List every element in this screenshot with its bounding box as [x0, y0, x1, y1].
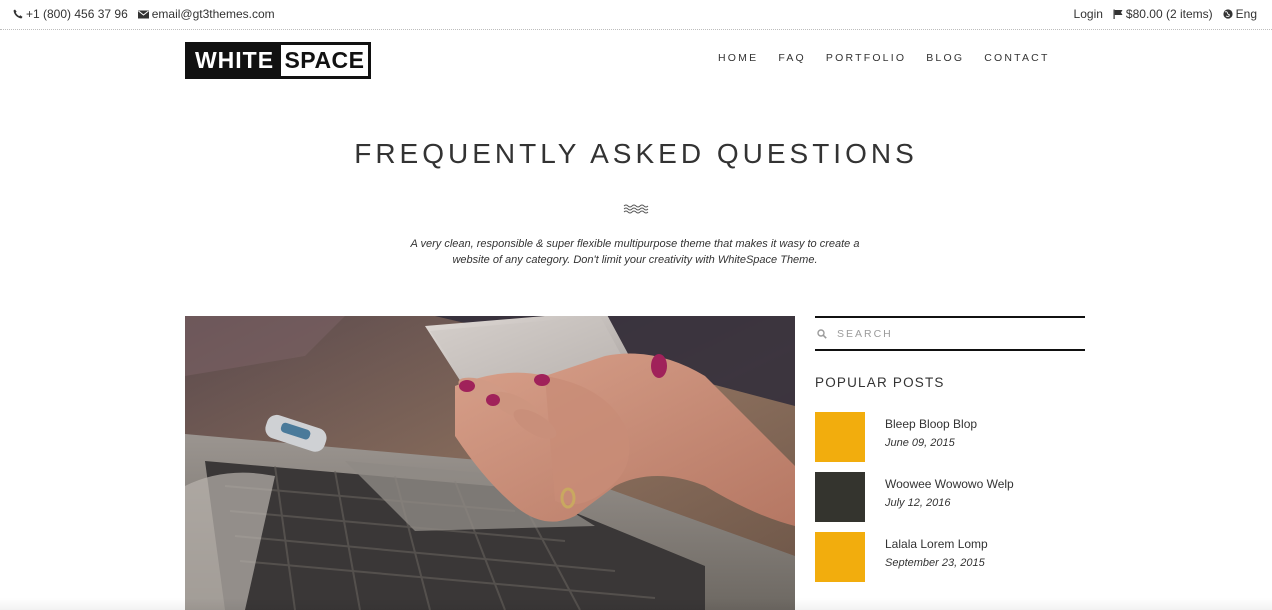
featured-post-image[interactable] — [185, 316, 795, 610]
search-input[interactable] — [837, 327, 1067, 340]
post-thumbnail[interactable] — [815, 412, 865, 462]
page-title: FREQUENTLY ASKED QUESTIONS — [354, 138, 918, 169]
cart-summary: $80.00 (2 items) — [1125, 7, 1213, 21]
popular-post-item[interactable]: Woowee Wowowo Welp July 12, 2016 — [815, 472, 1085, 522]
subtitle-line-1: A very clean, responsible & super flexib… — [410, 238, 860, 250]
flag-icon — [1113, 9, 1123, 19]
page-subtitle: A very clean, responsible & super flexib… — [395, 236, 875, 268]
post-title[interactable]: Bleep Bloop Blop — [885, 417, 977, 431]
phone-link[interactable]: +1 (800) 456 37 96 — [13, 7, 128, 21]
envelope-icon — [137, 10, 149, 18]
globe-icon — [1223, 9, 1233, 19]
popular-post-item[interactable]: Bleep Bloop Blop June 09, 2015 — [815, 412, 1085, 462]
login-link[interactable]: Login — [1074, 7, 1103, 21]
nav-blog[interactable]: BLOG — [926, 52, 964, 64]
nav-portfolio[interactable]: PORTFOLIO — [826, 52, 906, 64]
nav-home[interactable]: HOME — [718, 52, 758, 64]
post-date: June 09, 2015 — [885, 437, 955, 449]
phone-number: +1 (800) 456 37 96 — [26, 7, 128, 21]
language-label: Eng — [1235, 7, 1257, 21]
popular-post-item[interactable]: Lalala Lorem Lomp September 23, 2015 — [815, 532, 1085, 582]
site-logo[interactable]: WHITE SPACE — [185, 42, 371, 79]
logo-part-space: SPACE — [284, 47, 365, 73]
phone-icon — [13, 9, 23, 19]
nav-faq[interactable]: FAQ — [778, 52, 806, 64]
post-date: September 23, 2015 — [885, 557, 985, 569]
top-bar: +1 (800) 456 37 96 email@gt3themes.com L… — [0, 0, 1272, 30]
logo-part-white: WHITE — [188, 45, 281, 76]
search-box[interactable] — [815, 316, 1085, 351]
nav-contact[interactable]: CONTACT — [984, 52, 1049, 64]
account-info: Login $80.00 (2 items) Eng — [1064, 7, 1257, 21]
main-nav: HOME FAQ PORTFOLIO BLOG CONTACT — [718, 52, 1070, 64]
post-thumbnail[interactable] — [815, 472, 865, 522]
subtitle-line-2: website of any category. Don't limit you… — [452, 254, 818, 266]
laptop-phone-photo — [185, 316, 795, 610]
popular-posts-heading: POPULAR POSTS — [815, 375, 945, 390]
post-date: July 12, 2016 — [885, 497, 951, 509]
post-title[interactable]: Lalala Lorem Lomp — [885, 537, 988, 551]
language-selector[interactable]: Eng — [1223, 7, 1257, 21]
email-address: email@gt3themes.com — [151, 7, 275, 21]
search-icon — [817, 328, 827, 339]
post-thumbnail[interactable] — [815, 532, 865, 582]
email-link[interactable]: email@gt3themes.com — [137, 7, 275, 21]
post-title[interactable]: Woowee Wowowo Welp — [885, 477, 1014, 491]
cart-link[interactable]: $80.00 (2 items) — [1113, 7, 1213, 21]
contact-info: +1 (800) 456 37 96 email@gt3themes.com — [13, 7, 285, 21]
wave-divider-icon — [623, 204, 649, 214]
